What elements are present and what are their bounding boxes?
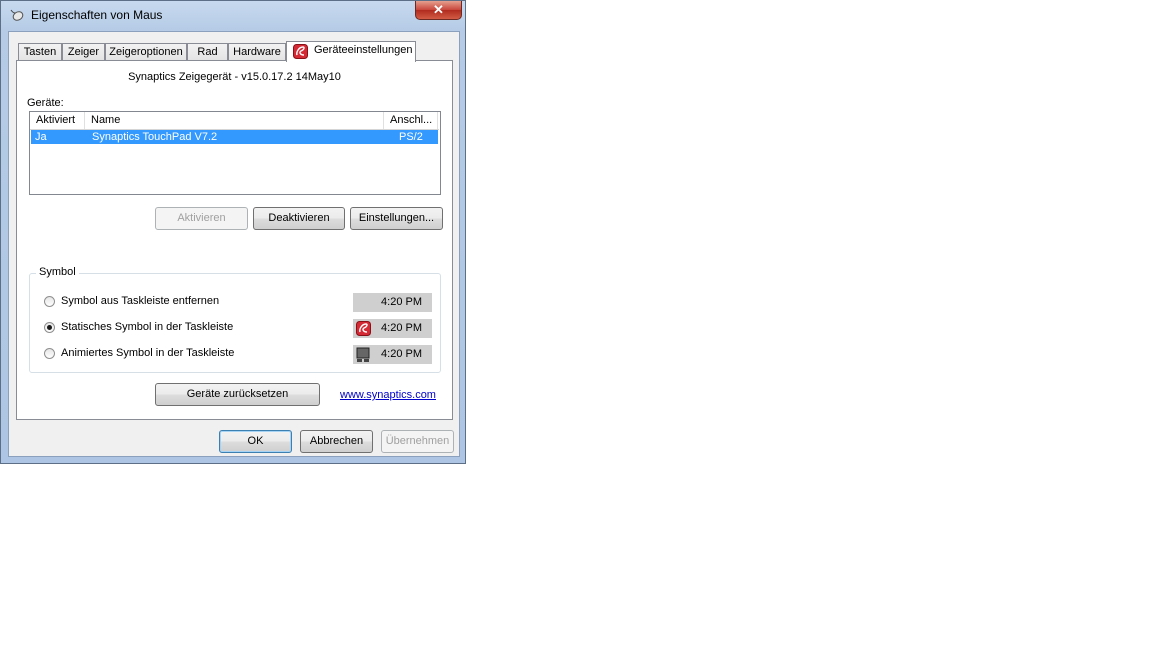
tray-time: 4:20 PM — [381, 322, 422, 334]
device-port: PS/2 — [399, 131, 423, 143]
device-enabled: Ja — [35, 131, 47, 143]
tab-geraeteeinstellungen[interactable]: Geräteeinstellungen — [286, 41, 416, 62]
apply-button[interactable]: Übernehmen — [381, 430, 454, 453]
tab-label: Geräteeinstellungen — [314, 44, 413, 56]
devices-label: Geräte: — [27, 97, 64, 109]
reset-devices-label: Geräte zurücksetzen — [186, 388, 289, 400]
settings-label: Einstellungen... — [358, 212, 435, 224]
synaptics-website-link[interactable]: www.synaptics.com — [340, 389, 436, 401]
settings-button[interactable]: Einstellungen... — [350, 207, 443, 230]
tray-preview-animated: 4:20 PM — [353, 345, 432, 364]
option-animated-symbol-label[interactable]: Animiertes Symbol in der Taskleiste — [61, 347, 234, 359]
symbol-group-label: Symbol — [36, 266, 79, 278]
tray-preview-static: 4:20 PM — [353, 319, 432, 338]
cancel-label: Abbrechen — [309, 435, 364, 447]
deactivate-button[interactable]: Deaktivieren — [253, 207, 345, 230]
close-icon: ✕ — [433, 2, 444, 17]
device-settings-panel: Synaptics Zeigegerät - v15.0.17.2 14May1… — [16, 60, 453, 420]
tab-rad[interactable]: Rad — [187, 43, 228, 61]
mouse-icon — [10, 9, 24, 21]
touchpad-icon — [356, 347, 370, 362]
tray-preview-none: 4:20 PM — [353, 293, 432, 312]
symbol-groupbox: Symbol Symbol aus Taskleiste entfernen 4… — [29, 266, 441, 373]
reset-devices-button[interactable]: Geräte zurücksetzen — [155, 383, 320, 406]
option-static-symbol-label[interactable]: Statisches Symbol in der Taskleiste — [61, 321, 233, 333]
tab-zeigeroptionen[interactable]: Zeigeroptionen — [105, 43, 187, 61]
mouse-properties-window: Eigenschaften von Maus ✕ Tasten Zeiger Z… — [0, 0, 466, 464]
ok-label: OK — [247, 435, 264, 447]
column-header-name[interactable]: Name — [85, 112, 384, 129]
option-remove-symbol-label[interactable]: Symbol aus Taskleiste entfernen — [61, 295, 219, 307]
device-list[interactable]: Aktiviert Name Anschl... Ja Synaptics To… — [29, 111, 441, 195]
radio-remove-symbol[interactable] — [44, 296, 55, 307]
radio-static-symbol[interactable] — [44, 322, 55, 333]
column-header-aktiviert[interactable]: Aktiviert — [30, 112, 85, 129]
dialog-client-area: Tasten Zeiger Zeigeroptionen Rad Hardwar… — [8, 31, 460, 457]
tab-tasten[interactable]: Tasten — [18, 43, 62, 61]
radio-selected-dot — [47, 325, 52, 330]
apply-label: Übernehmen — [385, 435, 450, 447]
device-name: Synaptics TouchPad V7.2 — [92, 131, 218, 143]
tray-time: 4:20 PM — [381, 296, 422, 308]
cancel-button[interactable]: Abbrechen — [300, 430, 373, 453]
title-bar[interactable]: Eigenschaften von Maus ✕ — [1, 1, 465, 29]
tray-time: 4:20 PM — [381, 348, 422, 360]
tab-hardware[interactable]: Hardware — [228, 43, 286, 61]
synaptics-icon — [293, 44, 308, 59]
activate-button[interactable]: Aktivieren — [155, 207, 248, 230]
activate-label: Aktivieren — [177, 212, 226, 224]
device-list-header: Aktiviert Name Anschl... — [30, 112, 439, 130]
close-button[interactable]: ✕ — [415, 1, 462, 20]
ok-button[interactable]: OK — [219, 430, 292, 453]
window-title: Eigenschaften von Maus — [31, 8, 163, 22]
synaptics-icon — [356, 321, 371, 336]
radio-animated-symbol[interactable] — [44, 348, 55, 359]
column-header-port[interactable]: Anschl... — [384, 112, 438, 129]
device-row[interactable]: Ja Synaptics TouchPad V7.2 PS/2 — [31, 130, 438, 144]
tab-zeiger[interactable]: Zeiger — [62, 43, 105, 61]
driver-info: Synaptics Zeigegerät - v15.0.17.2 14May1… — [128, 71, 341, 83]
deactivate-label: Deaktivieren — [268, 212, 330, 224]
